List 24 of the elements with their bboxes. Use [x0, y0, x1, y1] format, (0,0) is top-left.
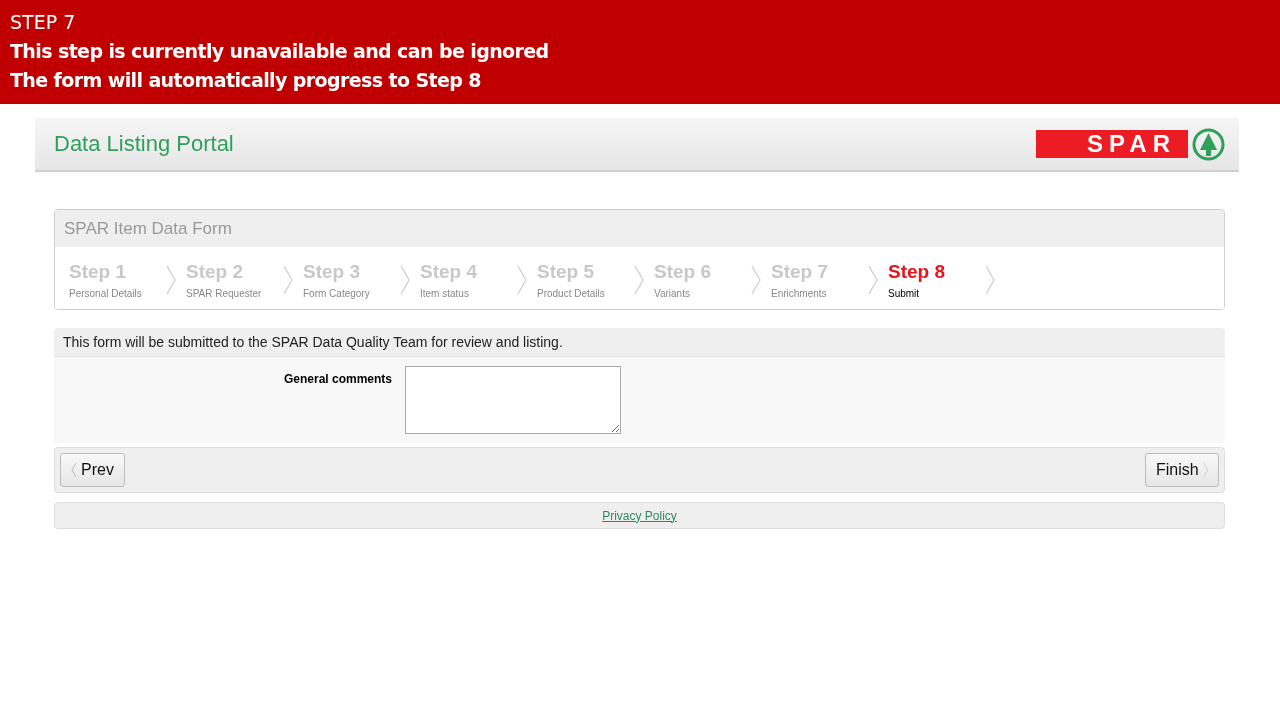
banner-text: The form will automatically progress to Step 8	[10, 68, 482, 93]
chevron-icon	[517, 265, 527, 295]
chevron-right-icon	[1202, 462, 1208, 478]
finish-button[interactable]: Finish	[1145, 453, 1219, 487]
chevron-icon	[166, 265, 176, 295]
privacy-policy-link[interactable]: Privacy Policy	[602, 508, 677, 523]
portal-title: Data Listing Portal	[54, 131, 234, 157]
field-label: General comments	[282, 371, 392, 388]
chevron-icon	[634, 265, 644, 295]
chevron-icon	[985, 265, 995, 295]
banner-title: STEP 7	[10, 10, 77, 35]
form-title: SPAR Item Data Form	[55, 210, 1224, 247]
notice-text: This form will be submitted to the SPAR Data Quality Team for review and listing.	[54, 328, 1225, 357]
comments-field[interactable]	[405, 366, 621, 434]
tree-logo-icon	[1192, 127, 1225, 161]
chevron-left-icon	[71, 462, 77, 478]
logo-wordmark: SPAR	[1036, 130, 1188, 158]
chevron-icon	[868, 265, 878, 295]
wizard-step[interactable]: Step 8 Submit	[888, 261, 985, 299]
banner-text: This step is currently unavailable and can be ignored	[10, 39, 550, 64]
prev-button[interactable]: Prev	[60, 453, 125, 487]
chevron-icon	[400, 265, 410, 295]
chevron-icon	[283, 265, 293, 295]
chevron-icon	[751, 265, 761, 295]
